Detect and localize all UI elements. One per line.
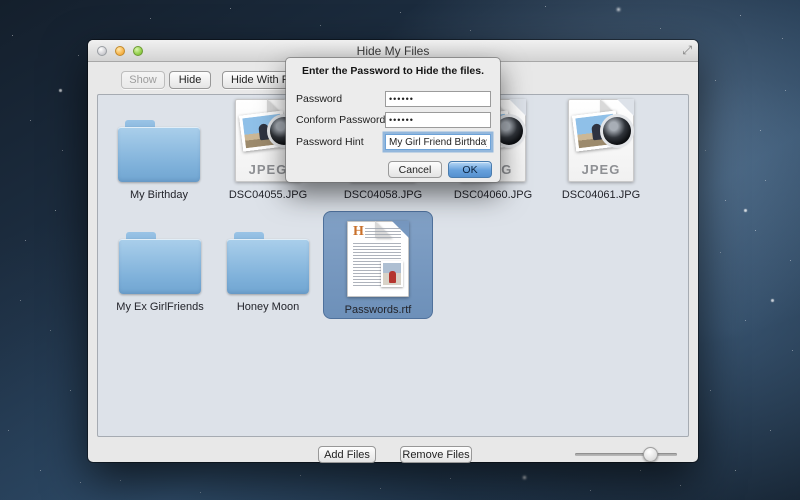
file-label: DSC04058.JPG <box>344 189 422 201</box>
file-label: DSC04060.JPG <box>454 189 532 201</box>
password-hint-input[interactable] <box>385 134 491 150</box>
cancel-button[interactable]: Cancel <box>388 161 442 178</box>
confirm-password-input[interactable] <box>385 112 491 128</box>
grid-item-passwords-rtf-selected[interactable]: H Passwords.rtf <box>323 211 433 319</box>
grid-item-my-birthday[interactable]: My Birthday <box>109 99 209 203</box>
rtf-file-icon: H <box>347 221 409 297</box>
dialog-title: Enter the Password to Hide the files. <box>286 65 500 77</box>
password-dialog: Enter the Password to Hide the files. Pa… <box>286 58 500 182</box>
grid-item-honey-moon[interactable]: Honey Moon <box>216 215 320 315</box>
grid-item-my-ex-girlfriends[interactable]: My Ex GirlFriends <box>108 215 212 315</box>
fullscreen-icon[interactable]: ⤢ <box>682 43 692 58</box>
folder-icon <box>227 232 309 294</box>
remove-files-button[interactable]: Remove Files <box>400 446 472 463</box>
password-label: Password <box>296 91 342 107</box>
traffic-lights <box>97 46 143 56</box>
ok-button[interactable]: OK <box>448 161 492 178</box>
password-hint-label: Password Hint <box>296 134 364 150</box>
zoom-icon[interactable] <box>133 46 143 56</box>
folder-icon <box>119 232 201 294</box>
folder-icon <box>118 120 200 182</box>
file-label: Passwords.rtf <box>345 304 412 316</box>
grid-item-dsc04061[interactable]: JPEG DSC04061.JPG <box>551 99 651 203</box>
confirm-password-label: Conform Password <box>296 112 385 128</box>
slider-knob[interactable] <box>643 447 658 462</box>
close-icon[interactable] <box>97 46 107 56</box>
minimize-icon[interactable] <box>115 46 125 56</box>
jpeg-file-icon: JPEG <box>568 99 634 182</box>
file-label: Honey Moon <box>237 301 299 313</box>
hide-button[interactable]: Hide <box>169 71 211 89</box>
icon-size-slider[interactable] <box>575 453 677 456</box>
file-label: DSC04055.JPG <box>229 189 307 201</box>
embedded-photo <box>381 261 403 287</box>
show-button[interactable]: Show <box>121 71 165 89</box>
add-files-button[interactable]: Add Files <box>318 446 376 463</box>
file-label: My Ex GirlFriends <box>116 301 203 313</box>
file-label: DSC04061.JPG <box>562 189 640 201</box>
bright-stars <box>0 0 1 1</box>
password-input[interactable] <box>385 91 491 107</box>
camera-lens-icon <box>603 117 631 145</box>
file-label: My Birthday <box>130 189 188 201</box>
